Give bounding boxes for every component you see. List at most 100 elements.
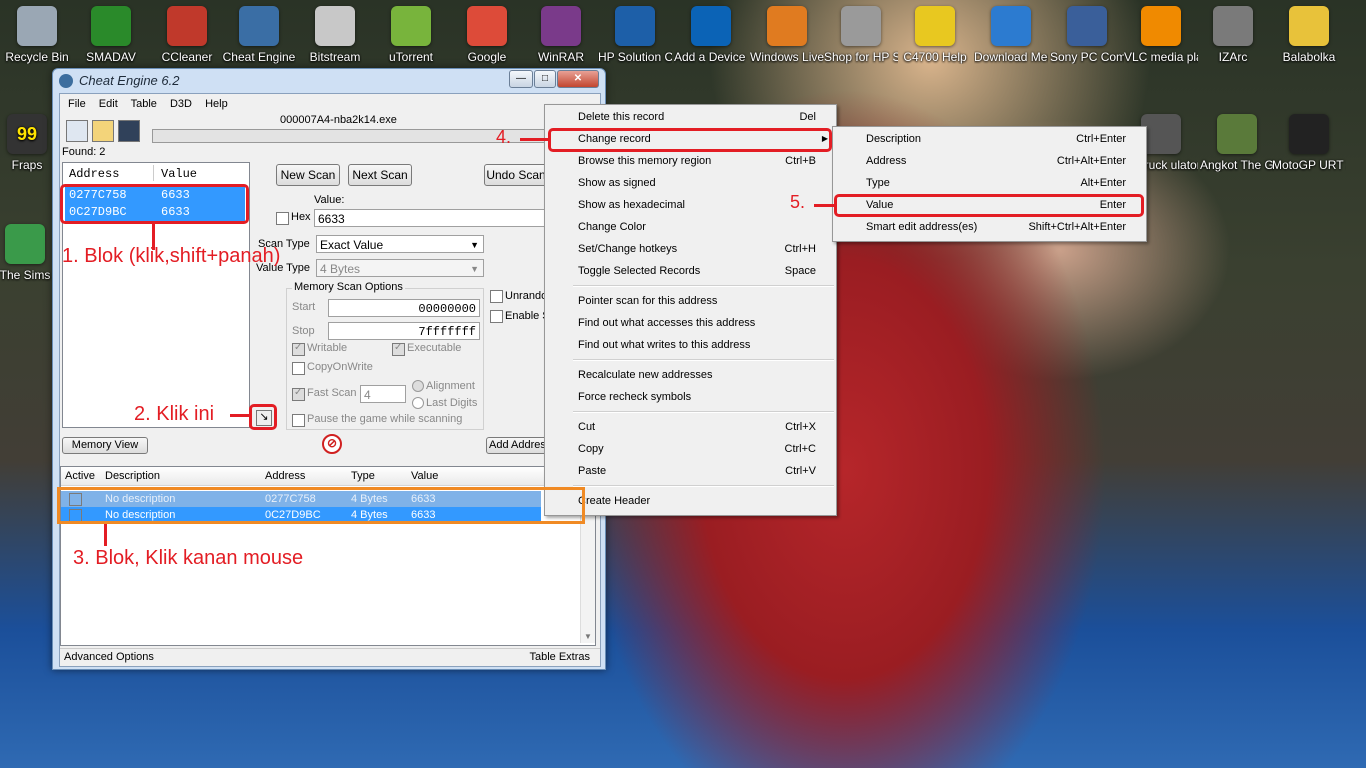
desktop-icon[interactable]: Recycle Bin bbox=[0, 0, 74, 64]
menu-item[interactable]: Recalculate new addresses bbox=[545, 364, 836, 386]
col-description[interactable]: Description bbox=[105, 470, 160, 482]
scan-type-select[interactable]: Exact Value ▼ bbox=[316, 235, 484, 253]
start-input[interactable]: 00000000 bbox=[328, 299, 480, 317]
fastscan-checkbox[interactable] bbox=[292, 387, 305, 401]
table-extras-link[interactable]: Table Extras bbox=[529, 651, 590, 663]
desktop-icon[interactable]: CCleaner bbox=[150, 0, 224, 64]
value-type-value: 4 Bytes bbox=[320, 262, 361, 276]
advanced-options-link[interactable]: Advanced Options bbox=[64, 651, 154, 663]
col-divider bbox=[153, 165, 154, 181]
alignment-radio[interactable] bbox=[412, 380, 424, 392]
stop-icon[interactable]: ⊘ bbox=[322, 434, 342, 454]
unrandomizer-checkbox[interactable] bbox=[490, 290, 503, 303]
col-type[interactable]: Type bbox=[351, 470, 375, 482]
annotation-line bbox=[230, 414, 250, 417]
menu-item[interactable]: Browse this memory region Ctrl+B bbox=[545, 150, 836, 172]
col-address[interactable]: Address bbox=[265, 470, 305, 482]
close-button[interactable]: ✕ bbox=[557, 70, 599, 88]
submenu-item[interactable]: Address Ctrl+Alt+Enter bbox=[833, 150, 1146, 172]
highlight-arrow-button bbox=[249, 404, 277, 430]
menu-item-shortcut: Del bbox=[799, 111, 816, 123]
menu-item[interactable]: Delete this record Del bbox=[545, 106, 836, 128]
stop-input[interactable]: 7fffffff bbox=[328, 322, 480, 340]
menu-item-label: Create Header bbox=[578, 495, 651, 507]
open-file-icon[interactable] bbox=[92, 120, 114, 142]
unrandomizer-label: Unrando bbox=[505, 290, 548, 302]
menu-item[interactable]: Toggle Selected Records Space bbox=[545, 260, 836, 282]
desktop-icon[interactable]: MotoGP URT 3 bbox=[1272, 108, 1346, 172]
cheat-engine-window: Cheat Engine 6.2 — □ ✕ File Edit Table D… bbox=[52, 68, 610, 670]
menu-item[interactable]: Find out what writes to this address bbox=[545, 334, 836, 356]
desktop-icon[interactable]: Add a Device - Photosm... bbox=[674, 0, 748, 64]
menu-item[interactable]: Create Header bbox=[545, 490, 836, 512]
address-table-header: Active Description Address Type Value bbox=[61, 467, 595, 486]
desktop-icon[interactable]: HP Solution Center bbox=[598, 0, 672, 64]
menu-help[interactable]: Help bbox=[205, 98, 228, 110]
desktop-icon[interactable]: WinRAR bbox=[524, 0, 598, 64]
menu-d3d[interactable]: D3D bbox=[170, 98, 192, 110]
desktop-icon[interactable]: Google bbox=[450, 0, 524, 64]
menu-file[interactable]: File bbox=[68, 98, 86, 110]
submenu-item[interactable]: Type Alt+Enter bbox=[833, 172, 1146, 194]
scroll-down-icon[interactable]: ▼ bbox=[584, 632, 592, 641]
menu-item[interactable]: Show as signed bbox=[545, 172, 836, 194]
menu-item[interactable]: Pointer scan for this address bbox=[545, 290, 836, 312]
menu-item-label: Set/Change hotkeys bbox=[578, 243, 678, 255]
col-value[interactable]: Value bbox=[161, 167, 197, 181]
desktop-icon[interactable]: Sony PC Compani... bbox=[1050, 0, 1124, 64]
menu-item-label: Show as hexadecimal bbox=[578, 199, 686, 211]
desktop-icon-label: VLC media player bbox=[1124, 50, 1198, 64]
submenu-item[interactable]: Description Ctrl+Enter bbox=[833, 128, 1146, 150]
menu-table[interactable]: Table bbox=[131, 98, 157, 110]
copyonwrite-checkbox[interactable] bbox=[292, 362, 305, 375]
desktop-icon[interactable]: Cheat Engine bbox=[222, 0, 296, 64]
menu-item[interactable]: Copy Ctrl+C bbox=[545, 438, 836, 460]
splitter[interactable] bbox=[60, 460, 600, 464]
desktop-icon[interactable]: Balabolka bbox=[1272, 0, 1346, 64]
undo-scan-button[interactable]: Undo Scan bbox=[484, 164, 548, 186]
fastscan-input[interactable]: 4 bbox=[360, 385, 406, 403]
media-go-icon bbox=[991, 6, 1031, 46]
desktop-icon[interactable]: VLC media player bbox=[1124, 0, 1198, 64]
col-address[interactable]: Address bbox=[69, 167, 119, 181]
menu-item[interactable]: Find out what accesses this address bbox=[545, 312, 836, 334]
col-value[interactable]: Value bbox=[411, 470, 438, 482]
executable-checkbox[interactable] bbox=[392, 342, 405, 356]
open-process-icon[interactable] bbox=[66, 120, 88, 142]
lastdigits-radio[interactable] bbox=[412, 397, 424, 409]
desktop-icon[interactable]: Windows Live Pho... bbox=[750, 0, 824, 64]
menu-item[interactable]: Change Color bbox=[545, 216, 836, 238]
memory-view-button[interactable]: Memory View bbox=[62, 437, 148, 454]
desktop-icon[interactable]: Bitstream bbox=[298, 0, 372, 64]
menu-item[interactable]: Paste Ctrl+V bbox=[545, 460, 836, 482]
writable-checkbox[interactable] bbox=[292, 342, 305, 356]
submenu-item[interactable]: Smart edit address(es) Shift+Ctrl+Alt+Ent… bbox=[833, 216, 1146, 238]
menu-item[interactable]: Cut Ctrl+X bbox=[545, 416, 836, 438]
desktop-icon[interactable]: SMADAV bbox=[74, 0, 148, 64]
alignment-label: Alignment bbox=[426, 380, 475, 392]
desktop-icon[interactable]: uTorrent bbox=[374, 0, 448, 64]
col-active[interactable]: Active bbox=[65, 470, 95, 482]
scan-type-value: Exact Value bbox=[320, 238, 384, 252]
desktop-icon-label: Windows Live Pho... bbox=[750, 50, 824, 64]
next-scan-button[interactable]: Next Scan bbox=[348, 164, 412, 186]
desktop-icon[interactable]: IZArc bbox=[1196, 0, 1270, 64]
maximize-button[interactable]: □ bbox=[534, 70, 556, 88]
menu-item[interactable]: Force recheck symbols bbox=[545, 386, 836, 408]
desktop-icon[interactable]: Shop for HP Supplies bbox=[824, 0, 898, 64]
speedhack-checkbox[interactable] bbox=[490, 310, 503, 323]
pause-checkbox[interactable] bbox=[292, 414, 305, 427]
save-icon[interactable] bbox=[118, 120, 140, 142]
annotation-step2: 2. Klik ini bbox=[134, 403, 215, 425]
new-scan-button[interactable]: New Scan bbox=[276, 164, 340, 186]
hex-checkbox[interactable] bbox=[276, 212, 289, 225]
printer-icon bbox=[841, 6, 881, 46]
desktop-icon[interactable]: C4700 Help bbox=[898, 0, 972, 64]
value-input[interactable]: 6633 bbox=[314, 209, 546, 227]
minimize-button[interactable]: — bbox=[509, 70, 533, 88]
desktop-icon[interactable]: Download Media Go bbox=[974, 0, 1048, 64]
menu-edit[interactable]: Edit bbox=[99, 98, 118, 110]
value-type-select[interactable]: 4 Bytes ▼ bbox=[316, 259, 484, 277]
menu-item[interactable]: Set/Change hotkeys Ctrl+H bbox=[545, 238, 836, 260]
desktop-icon[interactable]: Angkot The Game (Alp... bbox=[1200, 108, 1274, 172]
